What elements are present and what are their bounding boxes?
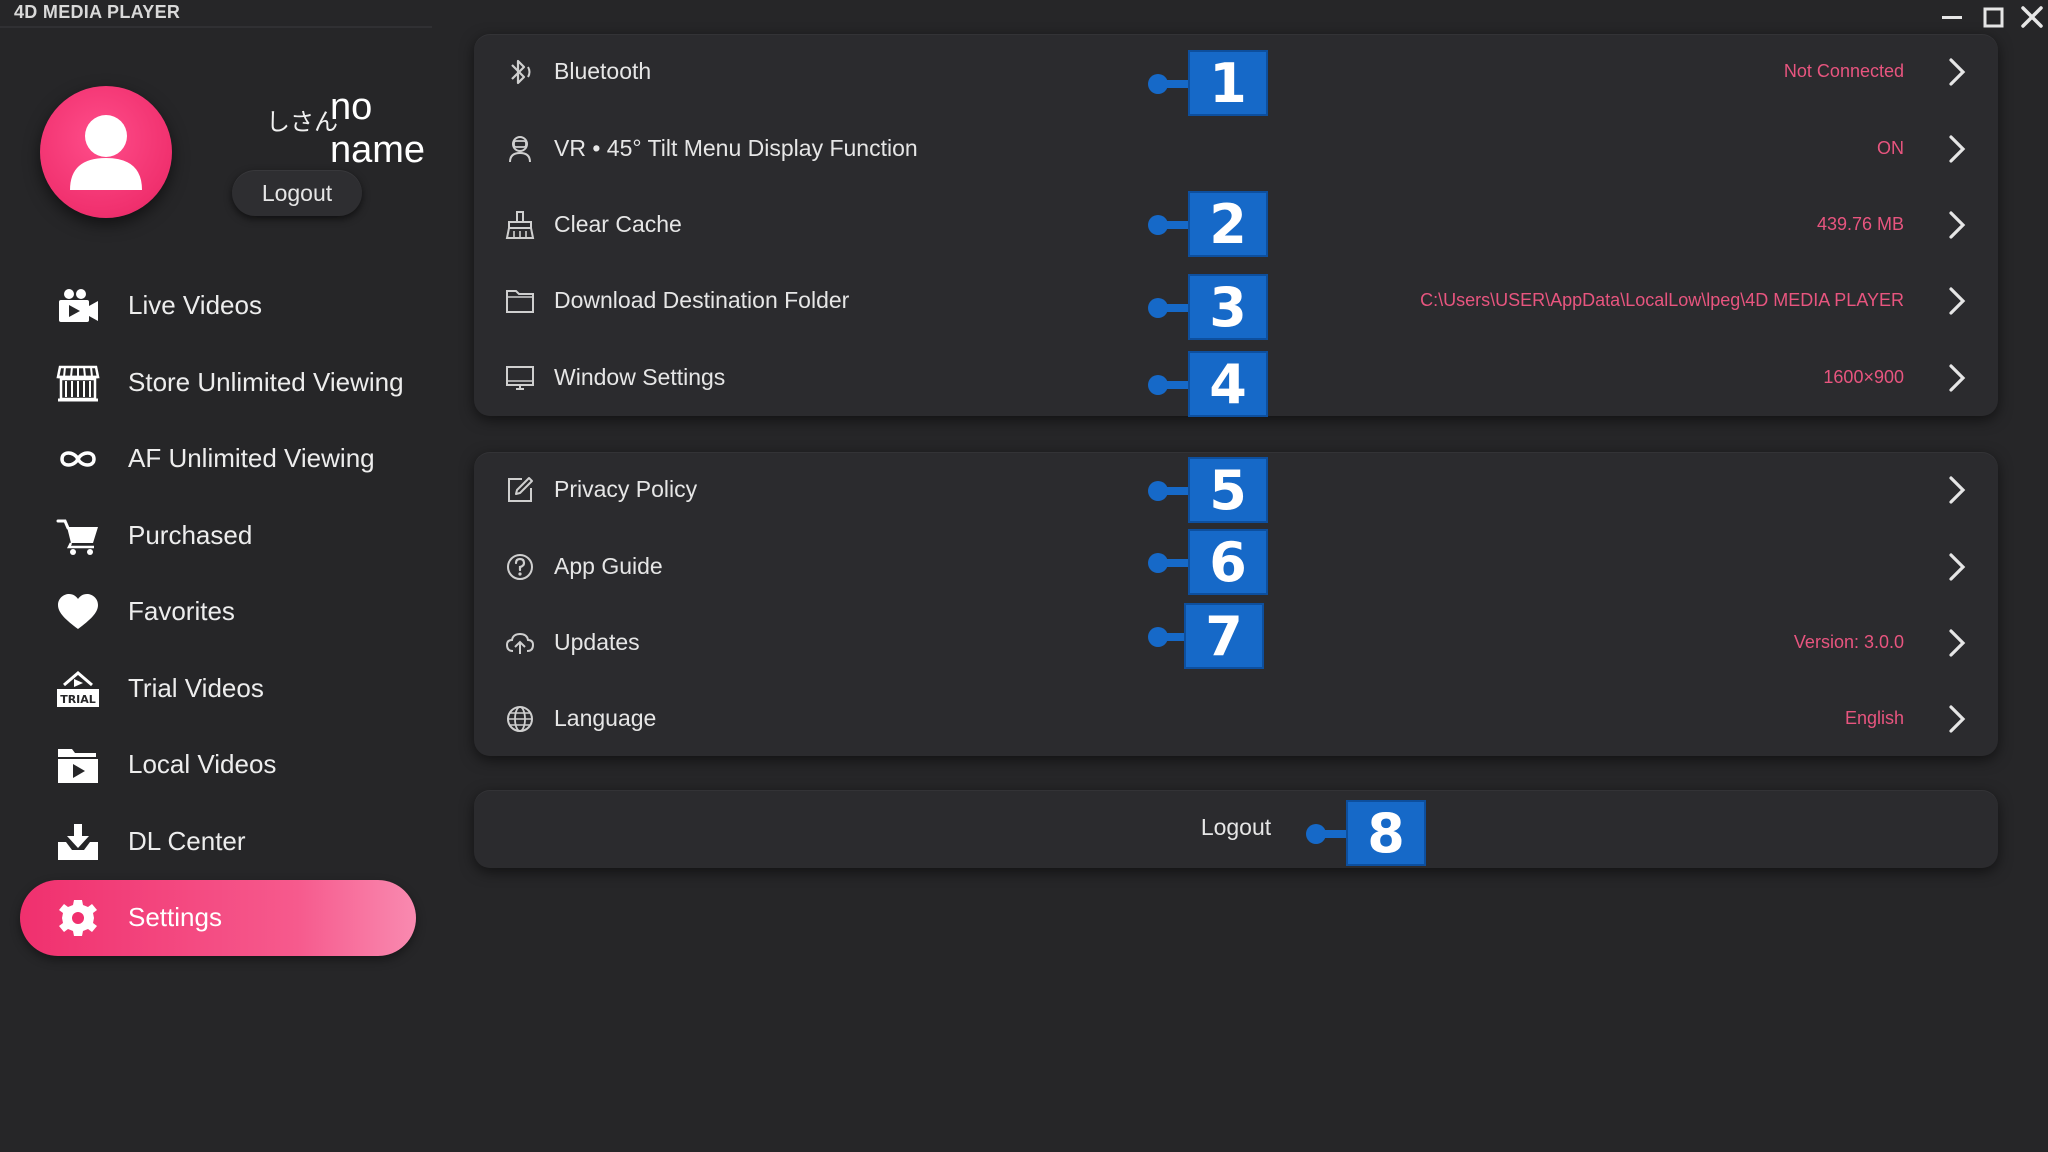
sidebar-item-local-videos[interactable]: Local Videos [20, 727, 416, 803]
sidebar-item-store-unlimited-viewing[interactable]: Store Unlimited Viewing [20, 345, 416, 421]
row-label: Updates [554, 629, 640, 655]
logout-label: Logout [1200, 814, 1272, 840]
row-value: Version: 3.0.0 [1793, 632, 1904, 652]
callout-marker: 8 [1306, 800, 1426, 866]
app-window: 4D MEDIA PLAYER しさん no name Logout Live [0, 0, 2048, 1152]
chevron-right-icon [1946, 209, 1968, 241]
trial-icon: TRIAL [56, 669, 100, 709]
chevron-right-icon [1946, 133, 1968, 165]
chevron-right-icon [1946, 362, 1968, 394]
folder-icon [504, 285, 536, 317]
store-icon [56, 363, 100, 403]
callout-number: 2 [1188, 191, 1268, 257]
callout-marker: 5 [1148, 457, 1268, 523]
row-label: VR • 45° Tilt Menu Display Function [554, 135, 918, 161]
avatar[interactable] [40, 86, 172, 218]
callout-number: 5 [1188, 457, 1268, 523]
sidebar-item-purchased[interactable]: Purchased [20, 498, 416, 574]
sidebar-item-label: Store Unlimited Viewing [128, 367, 404, 397]
row-value: 1600×900 [1823, 367, 1904, 387]
local-folder-icon [56, 745, 100, 785]
title-divider [0, 26, 432, 28]
callout-number: 3 [1188, 274, 1268, 340]
sidebar-item-label: Purchased [128, 520, 253, 550]
chevron-right-icon [1946, 474, 1968, 506]
row-value: 439.76 MB [1816, 214, 1904, 234]
sidebar-item-label: Settings [128, 902, 222, 932]
row-value: ON [1877, 138, 1904, 158]
download-icon [56, 822, 100, 862]
chevron-right-icon [1946, 56, 1968, 88]
row-value: Not Connected [1783, 61, 1904, 81]
broom-icon [504, 209, 536, 241]
vr-headset-icon [504, 133, 536, 165]
callout-number: 1 [1188, 50, 1268, 116]
settings-logout-button[interactable]: Logout [474, 790, 1998, 868]
sidebar-item-dl-center[interactable]: DL Center [20, 804, 416, 880]
sidebar-item-label: DL Center [128, 826, 246, 856]
bluetooth-icon [504, 56, 536, 88]
callout-marker: 2 [1148, 191, 1268, 257]
chevron-right-icon [1946, 551, 1968, 583]
sidebar: しさん no name Logout Live Videos Store Unl… [0, 30, 440, 1152]
row-label: Bluetooth [554, 58, 652, 84]
heart-icon [56, 592, 100, 632]
globe-icon [504, 703, 536, 735]
row-label: Language [554, 705, 657, 731]
gear-icon [56, 898, 100, 938]
maximize-icon[interactable] [1977, 2, 2009, 32]
sidebar-item-label: Favorites [128, 596, 235, 626]
sidebar-item-settings[interactable]: Settings [20, 880, 416, 956]
sidebar-item-label: AF Unlimited Viewing [128, 443, 375, 473]
callout-number: 4 [1188, 351, 1268, 417]
monitor-icon [504, 362, 536, 394]
edit-document-icon [504, 474, 536, 506]
user-name: no name [330, 86, 426, 171]
callout-marker: 3 [1148, 274, 1268, 340]
row-label: Download Destination Folder [554, 287, 850, 313]
row-value: C:\Users\USER\AppData\LocalLow\lpeg\4D M… [1420, 290, 1904, 310]
chevron-right-icon [1946, 285, 1968, 317]
title-bar: 4D MEDIA PLAYER [0, 0, 2048, 30]
sidebar-logout-button[interactable]: Logout [232, 170, 362, 216]
svg-text:TRIAL: TRIAL [60, 693, 96, 706]
sidebar-item-favorites[interactable]: Favorites [20, 574, 416, 650]
help-circle-icon [504, 551, 536, 583]
settings-row-language[interactable]: Language English [474, 681, 1998, 757]
sidebar-item-live-videos[interactable]: Live Videos [20, 268, 416, 344]
callout-marker: 7 [1148, 603, 1268, 669]
settings-row-vr-tilt-menu[interactable]: VR • 45° Tilt Menu Display Function ON [474, 111, 1998, 187]
infinity-icon [56, 439, 100, 479]
row-label: Privacy Policy [554, 476, 698, 502]
close-icon[interactable] [2016, 2, 2048, 32]
callout-marker: 4 [1148, 351, 1268, 417]
cart-icon [56, 516, 100, 556]
callout-marker: 1 [1148, 50, 1268, 116]
chevron-right-icon [1946, 703, 1968, 735]
cloud-upload-icon [504, 627, 536, 659]
callout-number: 7 [1184, 603, 1264, 669]
callout-marker: 6 [1148, 529, 1268, 595]
sidebar-item-label: Trial Videos [128, 673, 264, 703]
row-label: Window Settings [554, 364, 726, 390]
row-value: English [1844, 708, 1904, 728]
sidebar-item-label: Live Videos [128, 290, 262, 320]
user-icon [70, 115, 142, 190]
minimize-icon[interactable] [1936, 2, 1968, 32]
sidebar-item-label: Local Videos [128, 749, 277, 779]
video-camera-icon [56, 286, 100, 326]
app-title: 4D MEDIA PLAYER [14, 2, 181, 22]
user-name-prefix: しさん [266, 108, 338, 136]
row-label: Clear Cache [554, 211, 682, 237]
row-label: App Guide [554, 553, 663, 579]
chevron-right-icon [1946, 627, 1968, 659]
sidebar-item-trial-videos[interactable]: TRIAL Trial Videos [20, 651, 416, 727]
callout-number: 6 [1188, 529, 1268, 595]
callout-number: 8 [1346, 800, 1426, 866]
sidebar-item-af-unlimited-viewing[interactable]: AF Unlimited Viewing [20, 421, 416, 497]
